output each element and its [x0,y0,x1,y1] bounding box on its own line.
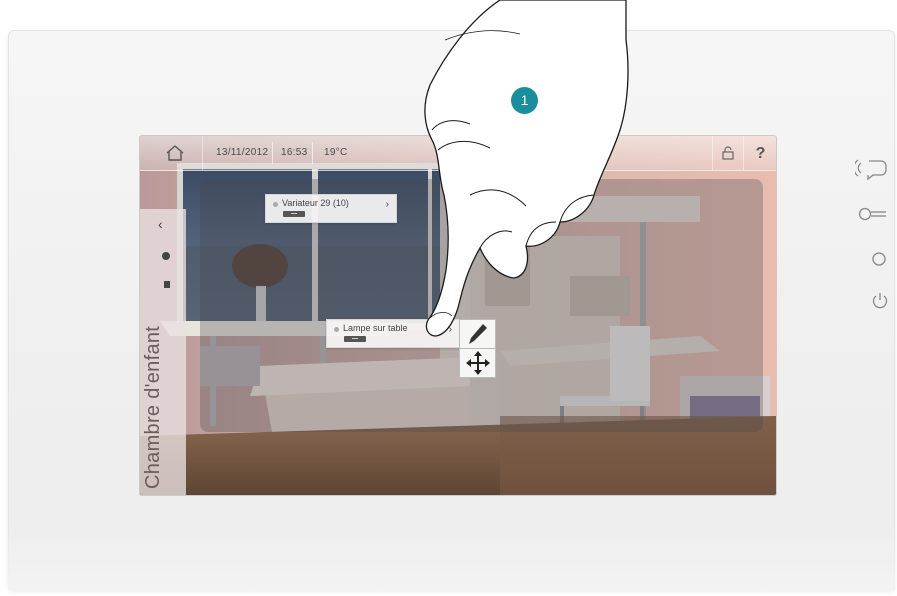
pointing-hand-illustration [424,0,629,337]
step-number-badge: 1 [511,87,538,114]
